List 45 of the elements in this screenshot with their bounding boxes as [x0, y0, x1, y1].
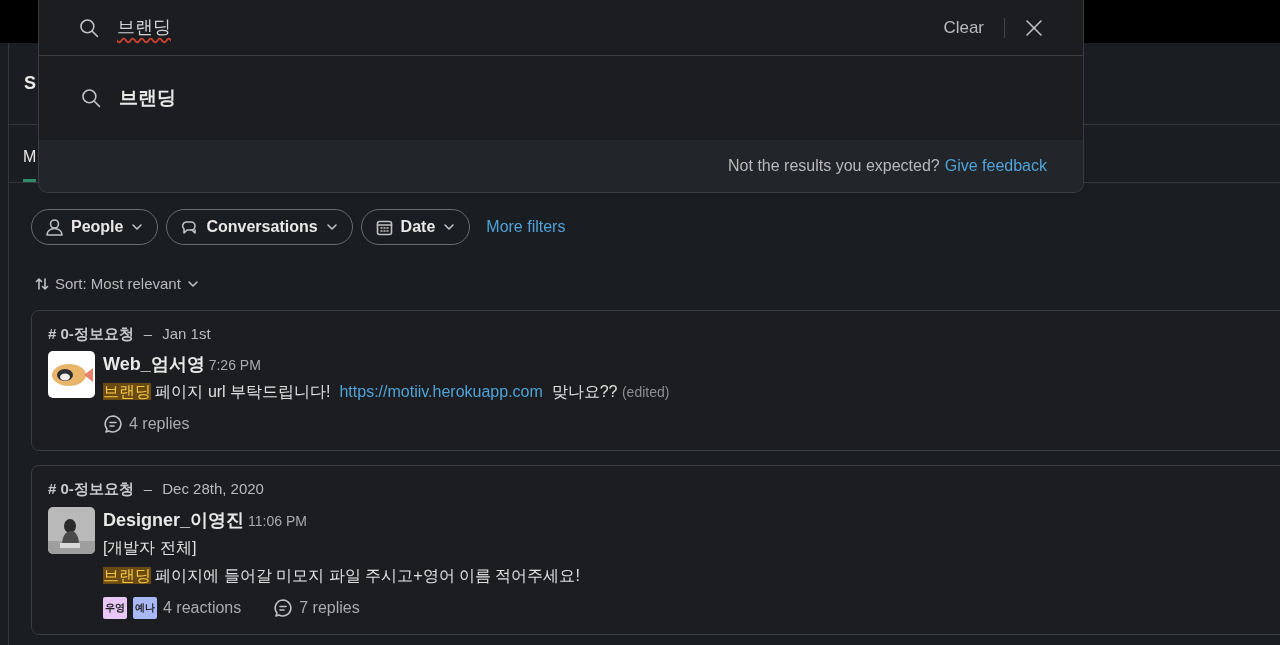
more-filters-link[interactable]: More filters	[486, 215, 566, 239]
message-text: 브랜딩 페이지 url 부탁드립니다! https://motiiv.herokuapp.com 맞나요?? (edited)	[103, 382, 671, 402]
clear-button[interactable]: Clear	[943, 14, 984, 41]
search-result-card[interactable]: # 0-정보요청 – Dec 28th, 2020 Designer_이영진 11:06 PM [개발자 전체] 브랜딩 페이지에 들어갈 미모지 파일 주시고+영어 이름 적어주세요! 우영 예나 4 reactions 7 replies	[31, 465, 1280, 635]
sort-button[interactable]: Sort: Most relevant	[35, 273, 199, 296]
reaction-emoji[interactable]: 우영	[103, 596, 127, 619]
chat-bubbles-icon	[181, 218, 199, 236]
reactions-count[interactable]: 4 reactions	[163, 595, 242, 620]
caret-icon	[443, 221, 456, 233]
sort-icon	[35, 277, 49, 292]
author-name[interactable]: Designer_이영진	[103, 506, 245, 534]
filter-button[interactable]: People	[31, 209, 159, 245]
message-time: 7:26 PM	[208, 356, 261, 375]
filter-button[interactable]: Conversations	[166, 209, 353, 245]
feedback-text: Not the results you expected?	[728, 156, 940, 176]
search-icon	[81, 88, 101, 108]
close-icon	[1025, 18, 1043, 37]
author-name[interactable]: Web_엄서영	[103, 351, 205, 378]
search-query[interactable]: 브랜딩	[117, 14, 171, 41]
filter-button[interactable]: Date	[360, 209, 471, 245]
message-text: [개발자 전체]	[103, 537, 198, 558]
reaction-emoji[interactable]: 예나	[133, 596, 157, 619]
close-button[interactable]	[1025, 18, 1043, 37]
message-text: 브랜딩 페이지에 들어갈 미모지 파일 주시고+영어 이름 적어주세요!	[103, 565, 581, 586]
message-date: Dec 28th, 2020	[162, 479, 264, 499]
page-title: S	[24, 72, 36, 95]
separator-dash: –	[143, 479, 153, 499]
caret-icon	[131, 221, 144, 233]
person-icon	[46, 218, 63, 236]
message-link[interactable]: https://motiiv.herokuapp.com	[339, 383, 543, 400]
search-suggestion[interactable]: 브랜딩	[119, 83, 176, 113]
speech-bubble-icon	[273, 597, 294, 618]
channel-name[interactable]: # 0-정보요청	[48, 478, 134, 501]
replies-button[interactable]: 4 replies	[103, 412, 190, 436]
channel-name[interactable]: # 0-정보요청	[48, 322, 134, 345]
calendar-icon	[375, 218, 393, 236]
separator-dash: –	[143, 323, 153, 344]
speech-bubble-icon	[103, 414, 123, 434]
feedback-link[interactable]: Give feedback	[944, 154, 1047, 178]
replies-button[interactable]: 7 replies	[273, 595, 360, 620]
search-result-card[interactable]: # 0-정보요청 – Jan 1st Web_엄서영 7:26 PM 브랜딩 페이지 url 부탁드립니다! https://motiiv.herokuapp.com 맞나요?? (edited) 4 replies	[31, 309, 1280, 451]
message-time: 11:06 PM	[248, 511, 307, 531]
message-date: Jan 1st	[162, 323, 211, 344]
caret-icon	[325, 221, 338, 233]
search-icon	[79, 17, 99, 38]
